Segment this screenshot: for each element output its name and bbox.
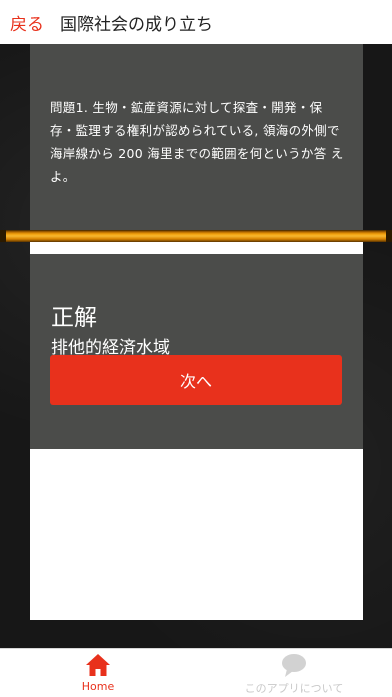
page-title: 国際社会の成り立ち	[60, 14, 213, 35]
quiz-card: 問題1. 生物・鉱産資源に対して探査・開発・保存・監理する権利が認められている,…	[30, 44, 363, 620]
quiz-stage: 問題1. 生物・鉱産資源に対して探査・開発・保存・監理する権利が認められている,…	[0, 44, 392, 648]
tab-bar: Home このアプリについて	[0, 648, 392, 697]
question-text: 問題1. 生物・鉱産資源に対して探査・開発・保存・監理する権利が認められている,…	[50, 100, 344, 184]
next-button[interactable]: 次へ	[50, 355, 342, 405]
divider-cap-left	[0, 230, 6, 242]
tab-home-label: Home	[81, 680, 115, 693]
home-icon	[86, 654, 110, 676]
tab-about-label: このアプリについて	[244, 682, 344, 695]
tab-home[interactable]: Home	[0, 649, 196, 697]
nav-header: 戻る 国際社会の成り立ち	[0, 0, 392, 44]
divider-cap-right	[386, 230, 392, 242]
divider-bar	[0, 230, 392, 242]
back-button[interactable]: 戻る	[10, 10, 44, 35]
tab-about[interactable]: このアプリについて	[196, 649, 392, 697]
result-label: 正解	[51, 305, 97, 331]
speech-bubble-icon	[282, 654, 306, 677]
question-panel: 問題1. 生物・鉱産資源に対して探査・開発・保存・監理する権利が認められている,…	[30, 44, 363, 230]
answer-panel: 正解 排他的経済水域 次へ	[30, 254, 363, 449]
